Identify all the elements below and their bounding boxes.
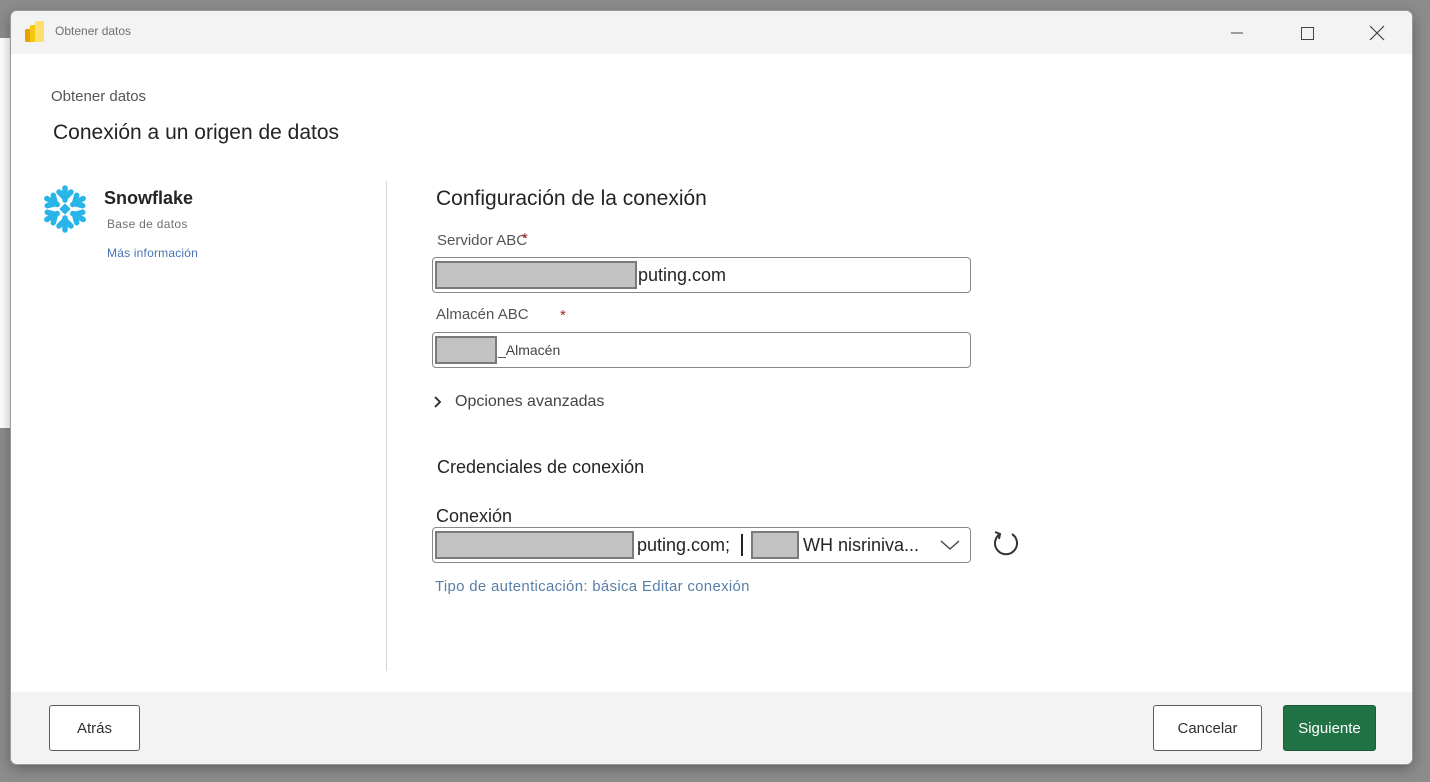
page-title: Conexión a un origen de datos (53, 121, 340, 144)
get-data-dialog: Obtener datos Obtener datos Conexión a u… (11, 11, 1412, 764)
minimize-button[interactable] (1202, 11, 1272, 54)
more-info-link[interactable]: Más información (107, 246, 198, 260)
back-button[interactable]: Atrás (49, 705, 140, 751)
auth-type-text: Tipo de autenticación: básica (435, 578, 638, 595)
advanced-options-label: Opciones avanzadas (455, 393, 605, 410)
connection-settings-title: Configuración de la conexión (436, 187, 707, 210)
credentials-title: Credenciales de conexión (437, 457, 645, 477)
server-value: puting.com (638, 265, 727, 285)
cancel-button[interactable]: Cancelar (1153, 705, 1262, 751)
warehouse-value: _Almacén (498, 342, 561, 358)
connection-dropdown[interactable]: puting.com; WH nisriniva... (432, 527, 971, 563)
text-caret (741, 534, 743, 556)
chevron-down-icon (940, 540, 960, 550)
close-icon (1369, 25, 1385, 40)
refresh-icon[interactable] (991, 528, 1021, 558)
warehouse-input[interactable]: _Almacén (432, 332, 971, 368)
redacted-block (435, 336, 497, 364)
redacted-block (435, 261, 637, 289)
redacted-block (435, 531, 634, 559)
connection-label: Conexión (436, 506, 513, 526)
server-required-mark: * (522, 230, 528, 247)
connection-value-part2: WH nisriniva... (803, 535, 920, 555)
power-bi-icon (25, 21, 44, 42)
advanced-options-toggle[interactable]: Opciones avanzadas (433, 391, 604, 413)
panel-divider (386, 181, 387, 671)
chevron-right-icon (434, 396, 442, 408)
snowflake-icon (44, 185, 86, 233)
minimize-icon (1231, 32, 1243, 33)
warehouse-label: Almacén ABC (436, 306, 529, 323)
warehouse-required-mark: * (560, 307, 566, 324)
server-label: Servidor ABC (437, 232, 528, 249)
auth-info: Tipo de autenticación: básica Editar con… (435, 578, 750, 595)
maximize-icon (1301, 26, 1314, 40)
server-input[interactable]: puting.com (432, 257, 971, 293)
source-category: Base de datos (107, 217, 188, 231)
maximize-button[interactable] (1272, 11, 1342, 54)
close-button[interactable] (1342, 11, 1412, 54)
edit-connection-link[interactable]: Editar conexión (642, 578, 750, 595)
background-app-edge (0, 38, 11, 428)
next-button[interactable]: Siguiente (1283, 705, 1376, 751)
redacted-block (751, 531, 799, 559)
title-bar: Obtener datos (11, 11, 1412, 54)
breadcrumb: Obtener datos (51, 88, 147, 105)
dialog-footer: Atrás Cancelar Siguiente (11, 692, 1412, 764)
source-name: Snowflake (104, 188, 194, 208)
window-title: Obtener datos (55, 24, 132, 38)
connection-value-part1: puting.com; (637, 535, 731, 555)
